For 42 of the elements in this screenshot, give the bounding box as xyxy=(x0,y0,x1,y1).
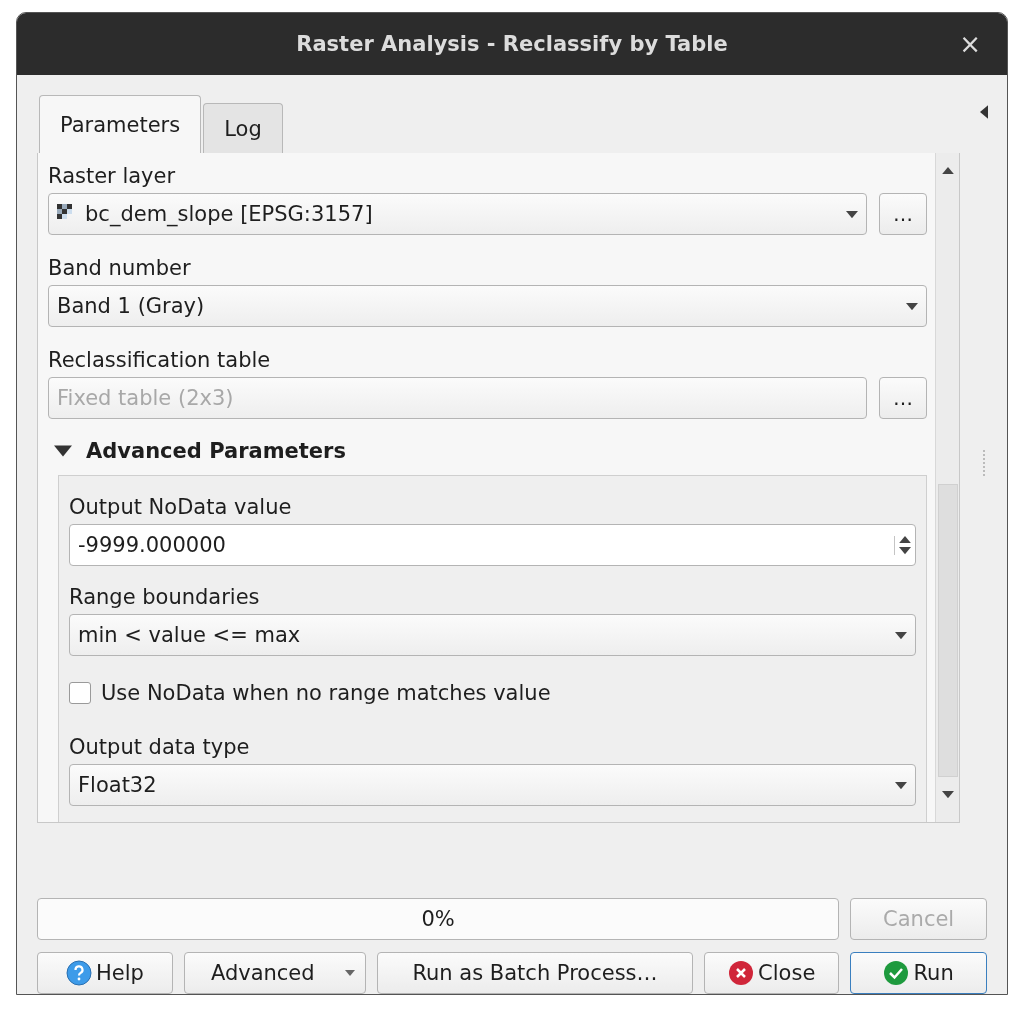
caret-icon xyxy=(899,547,911,555)
caret-icon xyxy=(846,210,858,218)
help-icon xyxy=(65,960,92,986)
field-label: Band number xyxy=(48,255,192,283)
caret-icon xyxy=(895,781,907,789)
splitter-handle-icon[interactable] xyxy=(981,449,986,478)
close-icon xyxy=(728,960,755,986)
layer-dropdown[interactable]: Band 1 (Gray) xyxy=(48,285,927,328)
field-label: Reclassification table xyxy=(48,347,272,375)
browse-button[interactable]: … xyxy=(879,193,927,236)
checkbox[interactable] xyxy=(69,682,91,705)
caret-icon xyxy=(344,970,355,976)
collapse-icon[interactable] xyxy=(979,105,988,120)
field-label: Output NoData value xyxy=(69,494,293,522)
tab[interactable]: Log xyxy=(203,103,283,154)
close-button[interactable]: Close xyxy=(704,952,840,994)
caret-icon xyxy=(54,445,72,458)
run-button[interactable]: Run xyxy=(850,952,987,994)
browse-button[interactable]: … xyxy=(879,377,927,420)
caret-icon xyxy=(895,631,907,639)
help-button[interactable]: Help xyxy=(37,952,173,994)
menu-button[interactable]: Advanced xyxy=(183,952,366,994)
caret-icon xyxy=(941,791,954,799)
field-label: Range boundaries xyxy=(69,584,261,612)
progress-text: 0% xyxy=(421,907,455,931)
caret-icon xyxy=(906,302,918,310)
plain-button[interactable]: Run as Batch Process… xyxy=(376,952,694,994)
tab[interactable]: Parameters xyxy=(39,95,202,154)
layer-dropdown[interactable]: min < value <= max xyxy=(69,614,916,657)
spin-box[interactable]: -9999.000000 xyxy=(69,524,916,567)
layer-dropdown[interactable]: Float32 xyxy=(69,764,916,807)
field-label: Raster layer xyxy=(48,163,177,191)
layer-dropdown[interactable]: bc_dem_slope [EPSG:3157] xyxy=(48,193,867,236)
caret-icon xyxy=(899,536,911,544)
caret-icon xyxy=(941,167,954,175)
window-title: Raster Analysis - Reclassify by Table xyxy=(296,32,728,57)
check-icon xyxy=(883,960,910,986)
checkbox-label: Use NoData when no range matches value xyxy=(101,680,551,708)
section-toggle[interactable]: Advanced Parameters xyxy=(48,435,352,468)
scrollbar[interactable] xyxy=(935,153,959,823)
field-label: Output data type xyxy=(69,734,251,762)
close-button[interactable]: × xyxy=(955,29,985,59)
